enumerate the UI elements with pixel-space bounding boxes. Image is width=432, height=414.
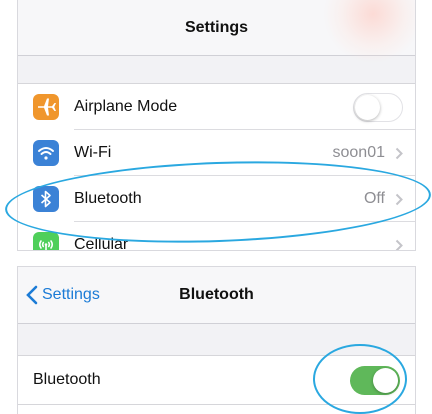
settings-row-cellular[interactable]: Cellular: [18, 222, 415, 251]
airplane-mode-label: Airplane Mode: [74, 98, 178, 115]
settings-panel: Settings Airplane Mode Wi-Fi soon01 Blue…: [17, 0, 416, 251]
settings-navbar: Settings: [18, 0, 415, 64]
bluetooth-toggle-row: Bluetooth: [18, 356, 415, 405]
cellular-label: Cellular: [74, 236, 129, 251]
bluetooth-value: Off: [363, 190, 385, 207]
bluetooth-group: Bluetooth: [18, 355, 415, 414]
settings-row-airplane-mode[interactable]: Airplane Mode: [18, 84, 415, 130]
wifi-icon: [33, 140, 59, 166]
bluetooth-navbar: Settings Bluetooth: [18, 267, 415, 324]
airplane-mode-toggle[interactable]: [353, 93, 403, 122]
settings-row-wifi[interactable]: Wi-Fi soon01: [18, 130, 415, 176]
page-title: Bluetooth: [179, 286, 254, 303]
bluetooth-panel: Settings Bluetooth Bluetooth: [17, 266, 416, 414]
bluetooth-label: Bluetooth: [74, 190, 142, 207]
bluetooth-row-label: Bluetooth: [33, 371, 101, 388]
chevron-right-icon: [395, 239, 403, 250]
cellular-icon: [33, 232, 59, 250]
chevron-right-icon: [395, 147, 403, 160]
airplane-icon: [33, 94, 59, 120]
chevron-right-icon: [395, 193, 403, 206]
page-title: Settings: [184, 19, 249, 36]
wifi-value: soon01: [332, 144, 386, 161]
wifi-label: Wi-Fi: [74, 144, 112, 161]
bluetooth-toggle[interactable]: [350, 366, 400, 395]
settings-row-bluetooth[interactable]: Bluetooth Off: [18, 176, 415, 222]
bluetooth-icon: [33, 186, 59, 212]
settings-group: Airplane Mode Wi-Fi soon01 Bluetooth Off…: [18, 83, 415, 251]
